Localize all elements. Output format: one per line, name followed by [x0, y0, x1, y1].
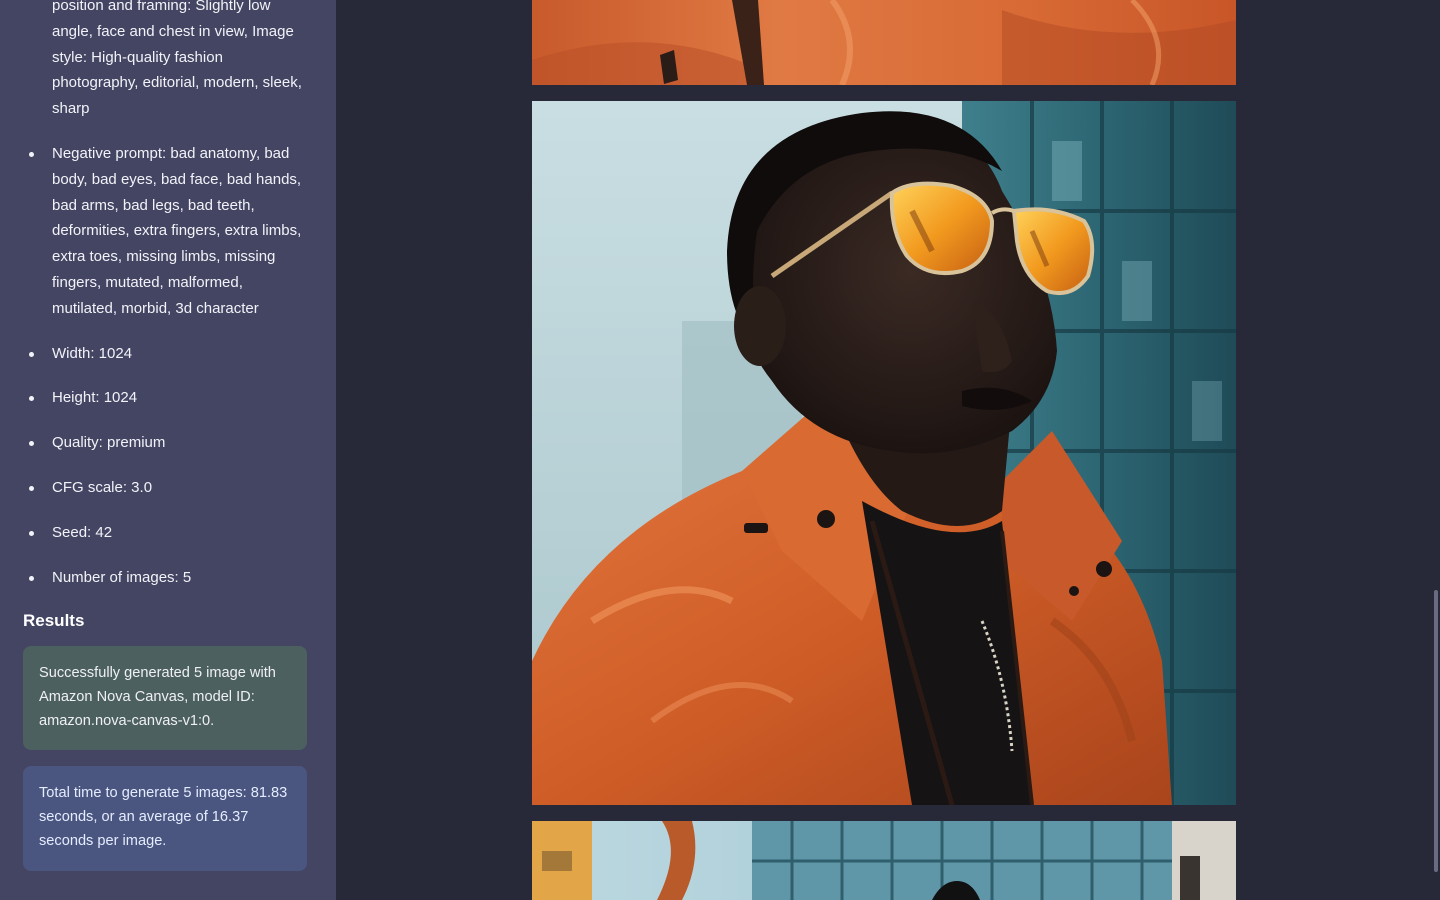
- success-alert: Successfully generated 5 image with Amaz…: [23, 646, 307, 751]
- app-window: position and framing: Slightly low angle…: [0, 0, 1440, 900]
- sidebar-content: position and framing: Slightly low angle…: [0, 0, 336, 872]
- param-item-negative-prompt: Negative prompt: bad anatomy, bad body, …: [29, 141, 310, 322]
- jacket-image-graphic: [532, 0, 1236, 85]
- info-alert: Total time to generate 5 images: 81.83 s…: [23, 766, 307, 872]
- scrollbar-thumb[interactable]: [1434, 590, 1438, 872]
- param-item-prompt-continued: position and framing: Slightly low angle…: [52, 0, 302, 118]
- param-item-cfg-scale: CFG scale: 3.0: [29, 475, 310, 501]
- param-item-number-of-images: Number of images: 5: [29, 565, 310, 591]
- parameter-list: position and framing: Slightly low angle…: [0, 0, 310, 590]
- sidebar: position and framing: Slightly low angle…: [0, 0, 336, 900]
- portrait-image-graphic: [532, 101, 1236, 805]
- param-item-seed: Seed: 42: [29, 520, 310, 546]
- generated-image-2[interactable]: [532, 101, 1236, 805]
- generated-image-1[interactable]: [532, 0, 1236, 85]
- param-item-height: Height: 1024: [29, 385, 310, 411]
- generated-image-3[interactable]: [532, 821, 1236, 900]
- main-content: [336, 0, 1440, 900]
- results-heading: Results: [23, 611, 85, 631]
- building-image-graphic: [532, 821, 1236, 900]
- param-item-quality: Quality: premium: [29, 430, 310, 456]
- param-item-width: Width: 1024: [29, 341, 310, 367]
- page-scrollbar[interactable]: [1432, 0, 1440, 900]
